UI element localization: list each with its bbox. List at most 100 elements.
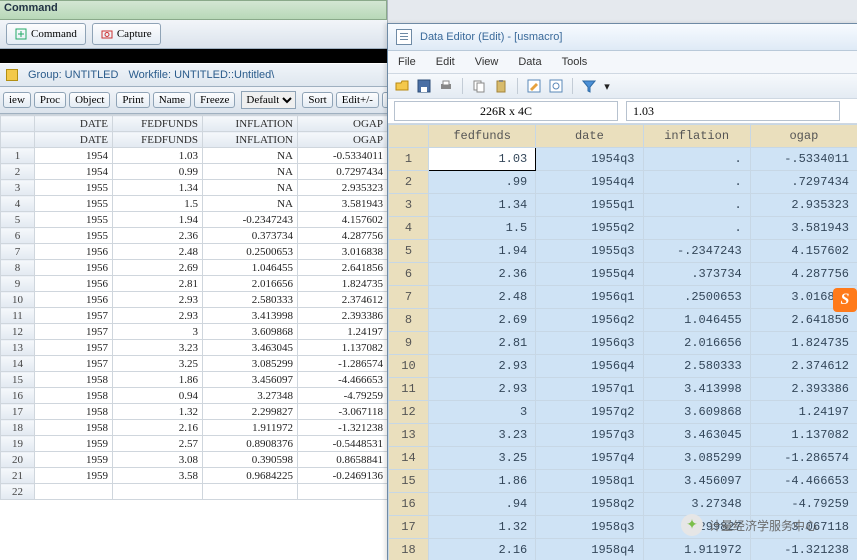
table-row[interactable]: 1519581.863.456097-4.466653 [1,372,388,388]
cell[interactable]: 3.456097 [643,470,750,493]
table-row[interactable]: 72.481956q1.25006533.016838 [389,286,857,309]
table-row[interactable]: 102.931956q42.5803332.374612 [389,355,857,378]
cell[interactable]: . [643,171,750,194]
cell[interactable]: 2.299827 [203,404,298,420]
cell[interactable]: .7297434 [750,171,857,194]
cell[interactable]: 14 [389,447,429,470]
table-row[interactable]: 1919592.570.8908376-0.5448531 [1,436,388,452]
copy-icon[interactable] [471,78,487,94]
cell[interactable]: 1959 [35,452,113,468]
cell[interactable]: 3.413998 [643,378,750,401]
left-col-header[interactable]: FEDFUNDS [113,116,203,132]
cell[interactable]: 3 [389,194,429,217]
cell[interactable]: 0.9684225 [203,468,298,484]
cell[interactable]: -1.286574 [750,447,857,470]
cell[interactable]: 22 [1,484,35,500]
cell[interactable]: -.5334011 [750,148,857,171]
cell[interactable]: 0.7297434 [298,164,388,180]
cell[interactable]: 3 [113,324,203,340]
cell[interactable]: 8 [1,260,35,276]
stata-col-header[interactable]: fedfunds [429,125,536,148]
browse-mode-icon[interactable] [548,78,564,94]
table-row[interactable]: 12195733.6098681.24197 [1,324,388,340]
menu-edit[interactable]: Edit [436,56,455,68]
cell[interactable]: 1.94 [113,212,203,228]
cell[interactable]: 9 [1,276,35,292]
cell[interactable]: 15 [389,470,429,493]
cell[interactable]: 5 [1,212,35,228]
cell[interactable]: 2.935323 [750,194,857,217]
cell[interactable]: 1957q1 [536,378,643,401]
cell[interactable]: 1955q2 [536,217,643,240]
table-row[interactable]: 82.691956q21.0464552.641856 [389,309,857,332]
cell[interactable]: 2.935323 [298,180,388,196]
cell[interactable]: 2.580333 [203,292,298,308]
cell[interactable]: 2.93 [113,292,203,308]
cell[interactable]: 18 [389,539,429,560]
cell[interactable]: 1954 [35,164,113,180]
cell[interactable]: 1.24197 [750,401,857,424]
cell[interactable]: .99 [429,171,536,194]
cell[interactable]: 1958 [35,372,113,388]
cell[interactable]: 1.911972 [203,420,298,436]
table-row[interactable]: 819562.691.0464552.641856 [1,260,388,276]
cell[interactable]: 2.16 [113,420,203,436]
selection-field[interactable] [394,101,618,121]
cell[interactable]: 1.824735 [750,332,857,355]
cell[interactable]: 2.393386 [298,308,388,324]
cell[interactable]: 6 [389,263,429,286]
stata-col-header[interactable] [389,125,429,148]
cell[interactable]: .2500653 [643,286,750,309]
cell[interactable] [298,484,388,500]
cell[interactable]: 1958q4 [536,539,643,560]
cell[interactable]: 2.393386 [750,378,857,401]
table-row[interactable]: 1231957q23.6098681.24197 [389,401,857,424]
cell[interactable]: 1957 [35,324,113,340]
left-col-header[interactable] [1,116,35,132]
cell[interactable]: 1955q1 [536,194,643,217]
cell[interactable]: 2.69 [429,309,536,332]
cell[interactable]: 6 [1,228,35,244]
cell[interactable]: 2.374612 [750,355,857,378]
cell[interactable]: 2.641856 [298,260,388,276]
cell[interactable]: 2.016656 [203,276,298,292]
cell[interactable]: 2.016656 [643,332,750,355]
cell[interactable]: 3.581943 [298,196,388,212]
iew-button[interactable]: iew [3,92,31,108]
left-col-header[interactable]: OGAP [298,116,388,132]
stata-col-header[interactable]: inflation [643,125,750,148]
cell[interactable]: -0.2347243 [203,212,298,228]
cell[interactable]: 17 [389,516,429,539]
table-row[interactable]: 41.51955q2.3.581943 [389,217,857,240]
cell[interactable]: 1956q4 [536,355,643,378]
stata-col-header[interactable]: ogap [750,125,857,148]
cell[interactable]: 1.046455 [643,309,750,332]
dropdown-icon[interactable]: ▾ [603,78,611,94]
cell[interactable]: 0.2500653 [203,244,298,260]
sogou-logo-icon[interactable]: S [833,288,857,312]
cell[interactable]: NA [203,196,298,212]
cell[interactable]: 3.58 [113,468,203,484]
cell[interactable]: 9 [389,332,429,355]
cell[interactable]: 1.5 [113,196,203,212]
cell[interactable]: 12 [389,401,429,424]
table-row[interactable]: 1819582.161.911972-1.321238 [1,420,388,436]
cell[interactable]: 18 [1,420,35,436]
table-row[interactable]: 1619580.943.27348-4.79259 [1,388,388,404]
cell[interactable]: 2.580333 [643,355,750,378]
stata-grid[interactable]: fedfundsdateinflationogap 11.031954q3.-.… [388,124,857,560]
cell[interactable]: 1956 [35,260,113,276]
table-row[interactable]: 11.031954q3.-.5334011 [389,148,857,171]
table-row[interactable]: 1319573.233.4630451.137082 [1,340,388,356]
cell[interactable]: 1956 [35,292,113,308]
save-icon[interactable] [416,78,432,94]
cell[interactable]: 1958 [35,388,113,404]
cell[interactable]: 3.581943 [750,217,857,240]
cell[interactable]: 3.456097 [203,372,298,388]
cell[interactable]: 13 [389,424,429,447]
table-row[interactable]: 1019562.932.5803332.374612 [1,292,388,308]
cell[interactable]: 3 [1,180,35,196]
table-row[interactable]: 133.231957q33.4630451.137082 [389,424,857,447]
cell[interactable]: 1957q4 [536,447,643,470]
cell[interactable]: 2 [389,171,429,194]
